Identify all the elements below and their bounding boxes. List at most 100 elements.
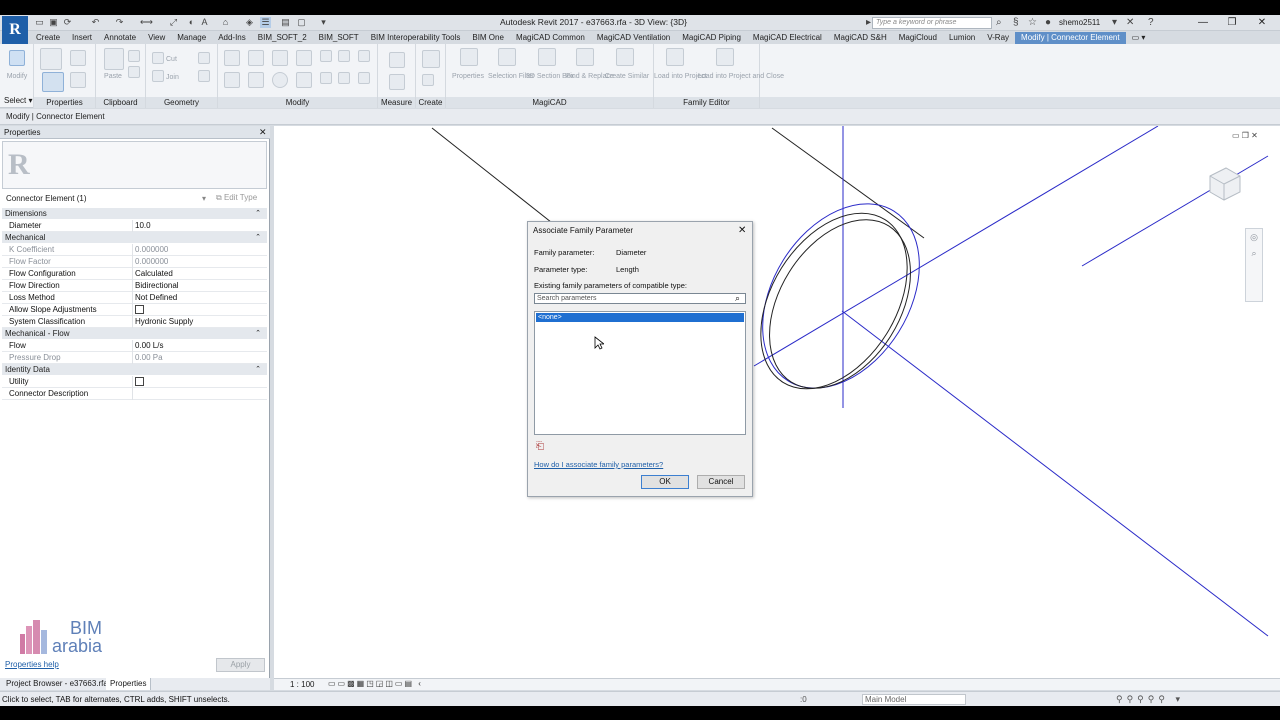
tab-properties[interactable]: Properties [106,678,152,690]
property-value[interactable]: 0.00 L/s [132,340,260,352]
save-icon[interactable]: ▣ [48,17,59,28]
close-icon[interactable]: ✕ [1252,16,1272,30]
tab-annotate[interactable]: Annotate [98,32,142,44]
tab-bim-interoperability-tools[interactable]: BIM Interoperability Tools [365,32,467,44]
customize-qat-icon[interactable]: ▾ [318,17,329,28]
redo-icon[interactable]: ↷ [114,17,125,28]
split-gap-icon[interactable] [338,50,350,62]
pin-icon[interactable] [358,50,370,62]
property-row[interactable]: Diameter 10.0 [2,220,267,232]
viewcube-icon[interactable] [1204,164,1244,204]
split-face-icon[interactable] [198,52,210,64]
list-item-selected[interactable]: <none> [536,313,744,322]
dialog-close-icon[interactable]: ✕ [738,225,746,236]
maximize-icon[interactable]: ❐ [1222,16,1242,30]
create-similar-icon[interactable] [422,74,434,86]
selection-filter-icons[interactable]: ⚲⚲⚲⚲⚲ ▾ [1116,694,1184,705]
find-replace-icon[interactable] [576,48,594,66]
ok-button[interactable]: OK [641,475,689,489]
property-row[interactable]: Utility [2,376,267,388]
property-checkbox[interactable] [132,376,260,388]
type-properties-icon[interactable] [40,48,62,70]
collapse-icon[interactable]: ⌃ [255,208,261,219]
checkbox[interactable] [135,377,144,386]
section-icon[interactable]: ◈ [244,17,255,28]
ribbon-options-icon[interactable]: ▭ ▾ [1126,32,1152,44]
sync-icon[interactable]: ⟳ [62,17,73,28]
property-value[interactable]: 0.000000 [132,256,260,268]
selection-filter-icon[interactable] [498,48,516,66]
offset-icon[interactable] [248,50,264,66]
model-selector[interactable]: Main Model [862,694,966,705]
thin-lines-icon[interactable]: ☰ [260,17,271,28]
connector-outline[interactable] [730,175,951,417]
open-icon[interactable]: ▭ [34,17,45,28]
section-box-icon[interactable] [538,48,556,66]
property-value[interactable]: 0.000000 [132,244,260,256]
exchange-icon[interactable]: ✕ [1126,17,1134,28]
view-window-controls[interactable]: ▭ ❐ ✕ [1232,131,1258,140]
tab-add-ins[interactable]: Add-Ins [212,32,252,44]
delete-icon[interactable] [358,72,370,84]
tab-magicad-s-h[interactable]: MagiCAD S&H [828,32,893,44]
property-row[interactable]: Flow 0.00 L/s [2,340,267,352]
rotate-icon[interactable] [272,72,288,88]
property-group[interactable]: Mechanical - Flow ⌃ [2,328,267,339]
property-row[interactable]: K Coefficient 0.000000 [2,244,267,256]
property-row[interactable]: Connector Description [2,388,267,400]
keyword-search-input[interactable]: Type a keyword or phrase [872,17,992,29]
tab-manage[interactable]: Manage [171,32,212,44]
cancel-button[interactable]: Cancel [697,475,745,489]
parameter-search-input[interactable]: Search parameters [534,293,746,304]
properties-close-icon[interactable]: ✕ [259,127,267,138]
property-value[interactable]: Hydronic Supply [132,316,260,328]
tab-v-ray[interactable]: V-Ray [981,32,1015,44]
measure-tool-icon[interactable] [389,52,405,68]
navigation-bar[interactable]: ◎ ⌕ [1245,228,1263,302]
collapse-icon[interactable]: ⌃ [255,232,261,243]
tab-magicloud[interactable]: MagiCloud [893,32,943,44]
property-value[interactable] [132,388,260,400]
measure-icon[interactable]: ⟷ [140,17,153,28]
tab-view[interactable]: View [142,32,171,44]
tab-modify-connector-element[interactable]: Modify | Connector Element [1015,32,1126,44]
close-hidden-icon[interactable]: ▤ [280,17,291,28]
search-icon[interactable]: ⌕ [735,293,740,304]
property-group[interactable]: Identity Data ⌃ [2,364,267,375]
user-icon[interactable]: ● [1045,17,1051,28]
property-group[interactable]: Dimensions ⌃ [2,208,267,219]
create-group-icon[interactable] [422,50,440,68]
star-icon[interactable]: ☆ [1028,17,1037,28]
paint-icon[interactable] [198,70,210,82]
user-dropdown-icon[interactable]: ▾ [1112,17,1117,28]
view-control-icons[interactable]: ▭▭▩▦◳◲◫▭▤ ‹ [328,679,423,688]
tab-bim-soft-2[interactable]: BIM_SOFT_2 [252,32,313,44]
tab-project-browser[interactable]: Project Browser - e37663.rfa [2,678,113,690]
instance-filter[interactable]: Connector Element (1) [6,194,86,203]
move-icon[interactable] [224,72,240,88]
load-close-icon[interactable] [716,48,734,66]
family-category-icon[interactable] [70,72,86,88]
undo-icon[interactable]: ↶ [90,17,101,28]
property-row[interactable]: System Classification Hydronic Supply [2,316,267,328]
modify-cursor-icon[interactable] [9,50,25,66]
edit-type-button[interactable]: ⧉ Edit Type [216,193,257,203]
array-icon[interactable] [320,72,332,84]
user-name[interactable]: shemo2511 [1059,18,1100,27]
view-scale[interactable]: 1 : 100 [290,680,314,689]
property-value[interactable]: Bidirectional [132,280,260,292]
load-into-project-icon[interactable] [666,48,684,66]
properties-help-link[interactable]: Properties help [5,660,59,669]
revit-logo-icon[interactable]: R [2,16,28,44]
apply-button[interactable]: Apply [216,658,265,672]
property-row[interactable]: Flow Factor 0.000000 [2,256,267,268]
parameter-list[interactable] [534,311,746,435]
help-link[interactable]: How do I associate family parameters? [534,460,663,469]
magicad-create-similar-icon[interactable] [616,48,634,66]
paste-icon[interactable] [104,48,124,70]
dimension-tool-icon[interactable] [389,74,405,90]
binoculars-icon[interactable]: ⌕ [996,17,1002,28]
checkbox[interactable] [135,305,144,314]
property-value[interactable]: 10.0 [132,220,260,232]
property-row[interactable]: Flow Direction Bidirectional [2,280,267,292]
